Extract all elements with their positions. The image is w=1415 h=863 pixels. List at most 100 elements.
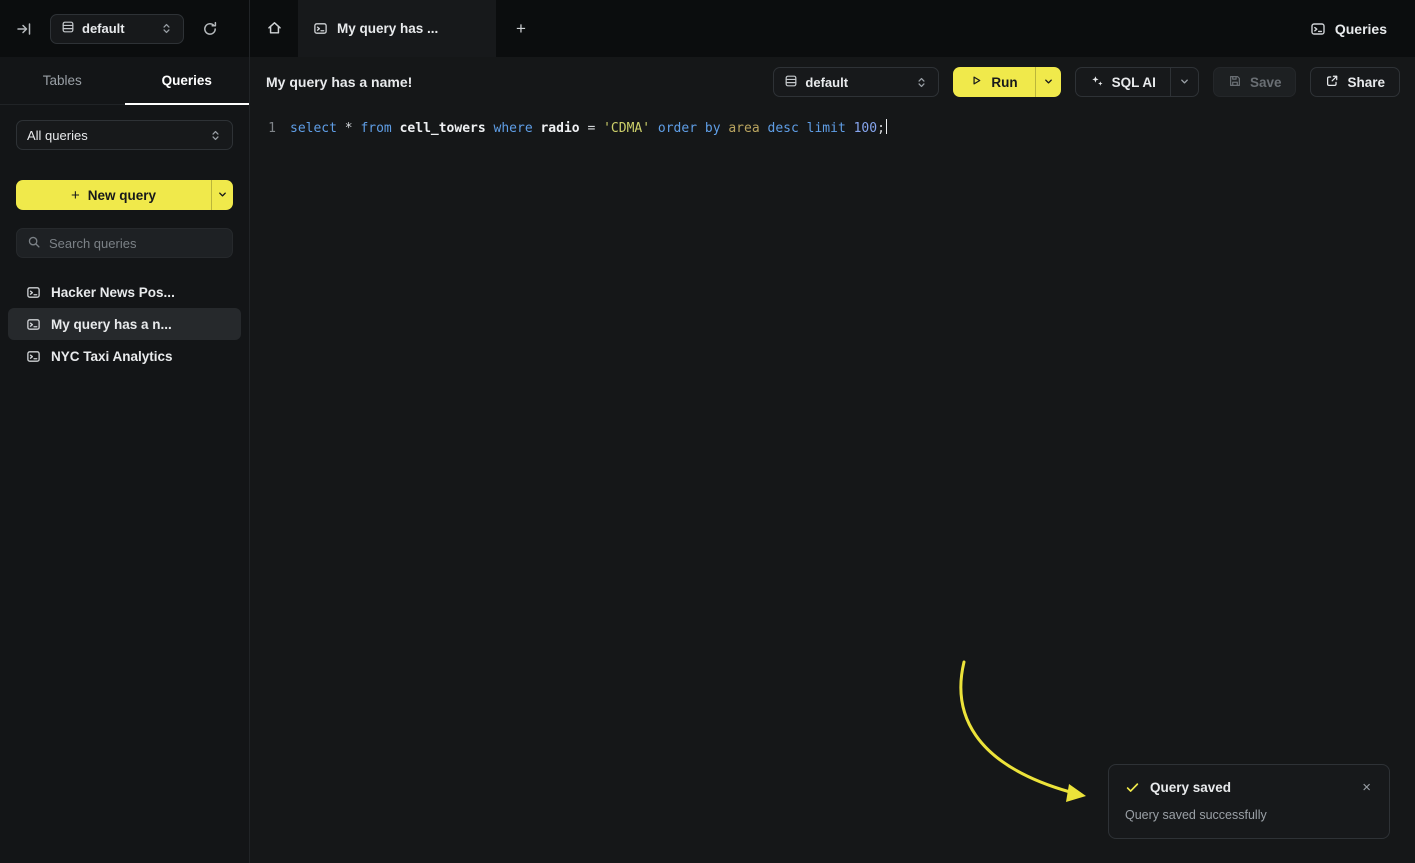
query-item-label: Hacker News Pos... — [51, 285, 175, 300]
new-query-split-button: + New query — [16, 180, 233, 210]
save-label: Save — [1250, 75, 1282, 90]
line-number: 1 — [250, 119, 276, 863]
sidebar: Tables Queries All queries + New query — [0, 57, 250, 863]
new-tab-button[interactable]: + — [496, 0, 546, 57]
query-list-item[interactable]: NYC Taxi Analytics — [8, 340, 241, 372]
sql-token: by — [705, 121, 728, 136]
queries-filter-value: All queries — [27, 128, 88, 143]
sql-ai-label: SQL AI — [1112, 75, 1156, 90]
query-list-item-active[interactable]: My query has a n... — [8, 308, 241, 340]
sparkles-icon — [1090, 74, 1104, 91]
run-split-button: Run — [953, 67, 1060, 97]
app-root: default My query has ... — [0, 0, 1415, 863]
topbar-database-selector[interactable]: default — [50, 14, 184, 44]
share-icon — [1325, 74, 1339, 91]
run-label: Run — [991, 75, 1017, 90]
sidebar-body: All queries + New query — [0, 105, 249, 387]
query-icon — [313, 21, 328, 36]
query-icon — [26, 317, 41, 332]
query-list-item[interactable]: Hacker News Pos... — [8, 276, 241, 308]
sql-token: order — [658, 121, 705, 136]
new-query-dropdown-button[interactable] — [211, 180, 233, 210]
search-icon — [27, 235, 41, 252]
top-bar: default My query has ... — [0, 0, 1415, 57]
chevron-up-down-icon — [209, 129, 222, 142]
queries-label[interactable]: Queries — [1335, 21, 1387, 37]
share-button[interactable]: Share — [1310, 67, 1400, 97]
sql-token: radio — [540, 121, 587, 136]
save-icon — [1228, 74, 1242, 91]
plus-icon: + — [71, 187, 80, 204]
topbar-database-selector-label-group: default — [61, 20, 125, 37]
run-options-button[interactable] — [1035, 67, 1061, 97]
refresh-icon[interactable] — [200, 19, 220, 39]
toast-query-saved: Query saved × Query saved successfully — [1108, 764, 1390, 839]
main-database-selector[interactable]: default — [773, 67, 939, 97]
topbar-database-selector-value: default — [82, 21, 125, 36]
toast-header: Query saved × — [1125, 780, 1373, 795]
topbar-left-section: default — [0, 0, 250, 57]
sidebar-tab-queries[interactable]: Queries — [125, 57, 250, 104]
queries-icon — [1310, 21, 1326, 37]
new-query-label: New query — [88, 188, 156, 203]
sql-token: limit — [807, 121, 854, 136]
sql-token: select — [290, 121, 345, 136]
query-header: My query has a name! default — [250, 57, 1415, 107]
sql-editor[interactable]: 1 select * from cell_towers where radio … — [250, 107, 1415, 863]
topbar-right-section: Queries — [1310, 0, 1415, 57]
play-icon — [970, 74, 983, 90]
query-list: Hacker News Pos... My query has a n... N… — [8, 276, 241, 372]
sql-ai-options-button[interactable] — [1170, 68, 1198, 96]
tab-strip: My query has ... + — [250, 0, 1310, 57]
query-item-label: NYC Taxi Analytics — [51, 349, 173, 364]
sql-token: 100 — [854, 121, 877, 136]
sidebar-tabs: Tables Queries — [0, 57, 249, 105]
home-icon — [266, 19, 283, 39]
check-icon — [1125, 780, 1140, 795]
toast-title: Query saved — [1150, 780, 1350, 795]
queries-filter-select[interactable]: All queries — [16, 120, 233, 150]
tab-my-query[interactable]: My query has ... — [298, 0, 496, 57]
sql-token: where — [494, 121, 541, 136]
sql-token: = — [587, 121, 603, 136]
sql-token: * — [345, 121, 361, 136]
chevron-up-down-icon — [915, 76, 928, 89]
collapse-sidebar-icon[interactable] — [14, 19, 34, 39]
chevron-up-down-icon — [160, 22, 173, 35]
save-button[interactable]: Save — [1213, 67, 1297, 97]
new-query-button[interactable]: + New query — [16, 180, 211, 210]
sql-token: area — [728, 121, 767, 136]
plus-icon: + — [516, 19, 526, 39]
query-actions: default Run — [773, 67, 1400, 97]
database-icon — [784, 74, 798, 91]
sql-token: cell_towers — [400, 121, 494, 136]
sql-ai-button[interactable]: SQL AI — [1076, 68, 1170, 96]
query-title[interactable]: My query has a name! — [266, 74, 412, 90]
sidebar-tab-tables[interactable]: Tables — [0, 57, 125, 104]
query-item-label: My query has a n... — [51, 317, 172, 332]
search-queries-input[interactable] — [49, 236, 225, 251]
sql-code-line[interactable]: select * from cell_towers where radio = … — [290, 119, 887, 863]
run-button[interactable]: Run — [953, 67, 1034, 97]
chevron-down-icon — [1043, 75, 1054, 90]
main-area: My query has a name! default — [250, 57, 1415, 863]
sql-token: desc — [768, 121, 807, 136]
sql-token: 'CDMA' — [603, 121, 658, 136]
chevron-down-icon — [1179, 75, 1190, 90]
search-queries-box — [16, 228, 233, 258]
text-cursor — [886, 119, 888, 134]
close-icon[interactable]: × — [1360, 780, 1373, 795]
share-label: Share — [1347, 75, 1385, 90]
query-icon — [26, 349, 41, 364]
home-tab[interactable] — [250, 0, 298, 57]
chevron-down-icon — [217, 188, 228, 203]
sql-token: ; — [877, 121, 885, 136]
toast-message: Query saved successfully — [1125, 808, 1373, 822]
sql-ai-split-button: SQL AI — [1075, 67, 1199, 97]
query-icon — [26, 285, 41, 300]
main-database-selector-label-group: default — [784, 74, 848, 91]
database-icon — [61, 20, 75, 37]
tab-label: My query has ... — [337, 21, 438, 36]
sql-token: from — [360, 121, 399, 136]
main-database-selector-value: default — [805, 75, 848, 90]
